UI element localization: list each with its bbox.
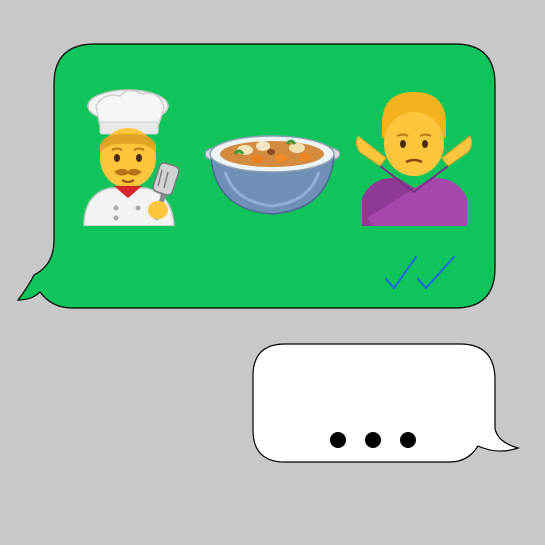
emoji-message-content: [60, 86, 490, 226]
double-check-read-icon: [384, 255, 456, 290]
typing-dot: [365, 432, 381, 448]
typing-dot: [330, 432, 346, 448]
chat-bubbles: [16, 43, 520, 463]
typing-dot: [400, 432, 416, 448]
typing-indicator-bubble[interactable]: [252, 343, 520, 463]
typing-indicator-icon: [330, 432, 416, 448]
man-cook-emoji-icon: [83, 89, 180, 226]
pot-of-food-emoji-icon: [205, 135, 340, 215]
man-gesturing-no-emoji-icon: [355, 92, 473, 226]
